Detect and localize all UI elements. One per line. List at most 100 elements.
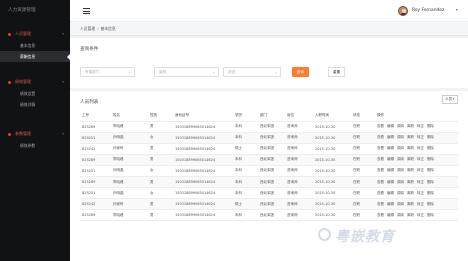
table-cell: 孙家轩	[111, 143, 148, 155]
row-action-link[interactable]: 查看	[377, 135, 384, 139]
row-action-link[interactable]: 删除	[427, 135, 434, 139]
row-action-link[interactable]: 删除	[427, 191, 434, 195]
menu-icon[interactable]	[83, 8, 90, 14]
row-action-link[interactable]: 查看	[377, 146, 384, 150]
reset-button[interactable]: 重置	[328, 67, 345, 77]
row-action-link[interactable]: 转正	[417, 191, 424, 195]
row-action-link[interactable]: 调岗	[397, 180, 404, 184]
sidebar: 人力资源管理 人员管理 ▾ 基本信息 薪酬信息 绩效管理 ▾ 绩效设置 绩效详情…	[0, 0, 70, 261]
row-action-link[interactable]: 编辑	[387, 180, 394, 184]
table-cell: 咨询师	[285, 176, 313, 189]
add-employee-button[interactable]: 人员+	[442, 95, 458, 104]
row-action-link[interactable]: 编辑	[387, 202, 394, 206]
row-action-link[interactable]: 转正	[417, 146, 424, 150]
breadcrumb-item-current: 基本信息	[100, 26, 116, 31]
table-cell: 西北军团	[258, 165, 285, 177]
row-action-link[interactable]: 查看	[377, 202, 384, 206]
row-action-link[interactable]: 调岗	[397, 146, 404, 150]
sidebar-item-performance-settings[interactable]: 绩效设置	[0, 88, 70, 99]
row-action-link[interactable]: 调岗	[397, 135, 404, 139]
row-action-link[interactable]: 调岗	[397, 202, 404, 206]
row-action-link[interactable]: 调岗	[397, 157, 404, 161]
row-action-link[interactable]: 转正	[417, 157, 424, 161]
row-action-link[interactable]: 离职	[407, 213, 414, 217]
search-button[interactable]: 查询	[292, 67, 309, 77]
row-action-link[interactable]: 查看	[377, 191, 384, 195]
row-action-link[interactable]: 编辑	[387, 191, 394, 195]
breadcrumb-item[interactable]: 人员管理	[80, 26, 95, 31]
personnel-icon	[8, 32, 11, 36]
row-action-link[interactable]: 离职	[407, 135, 414, 139]
brand-title: 人力资源管理	[8, 8, 36, 13]
sidebar-item-performance-details[interactable]: 绩效详情	[0, 99, 70, 110]
list-title: 人员列表	[80, 100, 99, 105]
row-action-link[interactable]: 离职	[407, 124, 414, 128]
row-action-link[interactable]: 删除	[427, 124, 434, 128]
row-actions: 查看 编辑 调岗 离职 转正 删除	[375, 121, 458, 133]
row-action-link[interactable]: 离职	[407, 191, 414, 195]
row-action-link[interactable]: 转正	[417, 124, 424, 128]
row-action-link[interactable]: 编辑	[387, 135, 394, 139]
sidebar-item-label: 薪酬信息	[20, 54, 36, 59]
row-action-link[interactable]: 离职	[407, 202, 414, 206]
row-action-link[interactable]: 转正	[417, 213, 424, 217]
table-row: 825269 李晓峰男 150318899065014624 本科 西北军团 咨询师 201…	[80, 121, 458, 133]
avatar[interactable]	[398, 6, 408, 16]
row-action-link[interactable]: 转正	[417, 135, 424, 139]
row-action-link[interactable]: 转正	[417, 202, 424, 206]
row-action-link[interactable]: 删除	[427, 157, 434, 161]
row-action-link[interactable]: 转正	[417, 180, 424, 184]
row-action-link[interactable]: 查看	[377, 180, 384, 184]
row-action-link[interactable]: 查看	[377, 157, 384, 161]
sidebar-group-personnel[interactable]: 人员管理 ▾	[0, 28, 70, 40]
table-cell: 在职	[351, 154, 375, 166]
row-actions: 查看 编辑 调岗 离职 转正 删除	[375, 198, 458, 211]
row-action-link[interactable]: 编辑	[387, 157, 394, 161]
row-action-link[interactable]: 调岗	[397, 168, 404, 172]
table-cell: 咨询师	[285, 165, 313, 177]
row-action-link[interactable]: 离职	[407, 168, 414, 172]
user-name[interactable]: Roy Fernandez	[412, 8, 444, 13]
row-action-link[interactable]: 编辑	[387, 146, 394, 150]
row-action-link[interactable]: 删除	[427, 180, 434, 184]
sidebar-group-parameters[interactable]: 参数管理 ▾	[0, 128, 70, 140]
row-action-link[interactable]: 查看	[377, 168, 384, 172]
sidebar-item-basic-info[interactable]: 基本信息	[0, 40, 70, 51]
table-cell: 825289	[80, 209, 111, 222]
row-action-link[interactable]: 查看	[377, 213, 384, 217]
row-action-link[interactable]: 查看	[377, 124, 384, 128]
table-row: 825242 孙家轩男 150318899065014624 硕士 西北军团 咨询师 201…	[80, 198, 458, 211]
row-action-link[interactable]: 删除	[427, 146, 434, 150]
row-action-link[interactable]: 删除	[427, 168, 434, 172]
sidebar-item-performance-params[interactable]: 绩效参数	[0, 140, 70, 151]
row-action-link[interactable]: 编辑	[387, 124, 394, 128]
table-cell: 男	[148, 143, 173, 155]
level-select[interactable]: 级别 ⌄	[154, 67, 219, 77]
row-action-link[interactable]: 调岗	[397, 124, 404, 128]
row-action-link[interactable]: 调岗	[397, 213, 404, 217]
row-action-link[interactable]: 编辑	[387, 168, 394, 172]
department-select[interactable]: 所属部门 ⌄	[80, 67, 135, 77]
sidebar-group-performance[interactable]: 绩效管理 ▾	[0, 76, 70, 88]
row-action-link[interactable]: 转正	[417, 168, 424, 172]
table-cell: 2015-10-30	[313, 209, 351, 222]
row-action-link[interactable]: 离职	[407, 157, 414, 161]
row-actions: 查看 编辑 调岗 离职 转正 删除	[375, 154, 458, 166]
row-action-link[interactable]: 删除	[427, 202, 434, 206]
row-action-link[interactable]: 删除	[427, 213, 434, 217]
sidebar-item-salary-info[interactable]: 薪酬信息	[0, 51, 70, 62]
parameters-icon	[8, 132, 11, 136]
table-cell: 女	[148, 165, 173, 177]
chevron-down-icon[interactable]: ▾	[456, 8, 458, 12]
table-cell: 李晓峰	[111, 121, 148, 133]
row-action-link[interactable]: 离职	[407, 180, 414, 184]
table-cell: 2015-10-30	[313, 154, 351, 166]
table-cell: 150318899065014624	[173, 176, 233, 189]
row-action-link[interactable]: 调岗	[397, 191, 404, 195]
table-cell: 咨询师	[285, 143, 313, 155]
row-action-link[interactable]: 离职	[407, 146, 414, 150]
status-select[interactable]: 状态 ⌄	[223, 67, 281, 77]
chevron-down-icon: ⌄	[274, 70, 277, 74]
row-action-link[interactable]: 编辑	[387, 213, 394, 217]
table-cell: 2015-10-30	[313, 187, 351, 200]
